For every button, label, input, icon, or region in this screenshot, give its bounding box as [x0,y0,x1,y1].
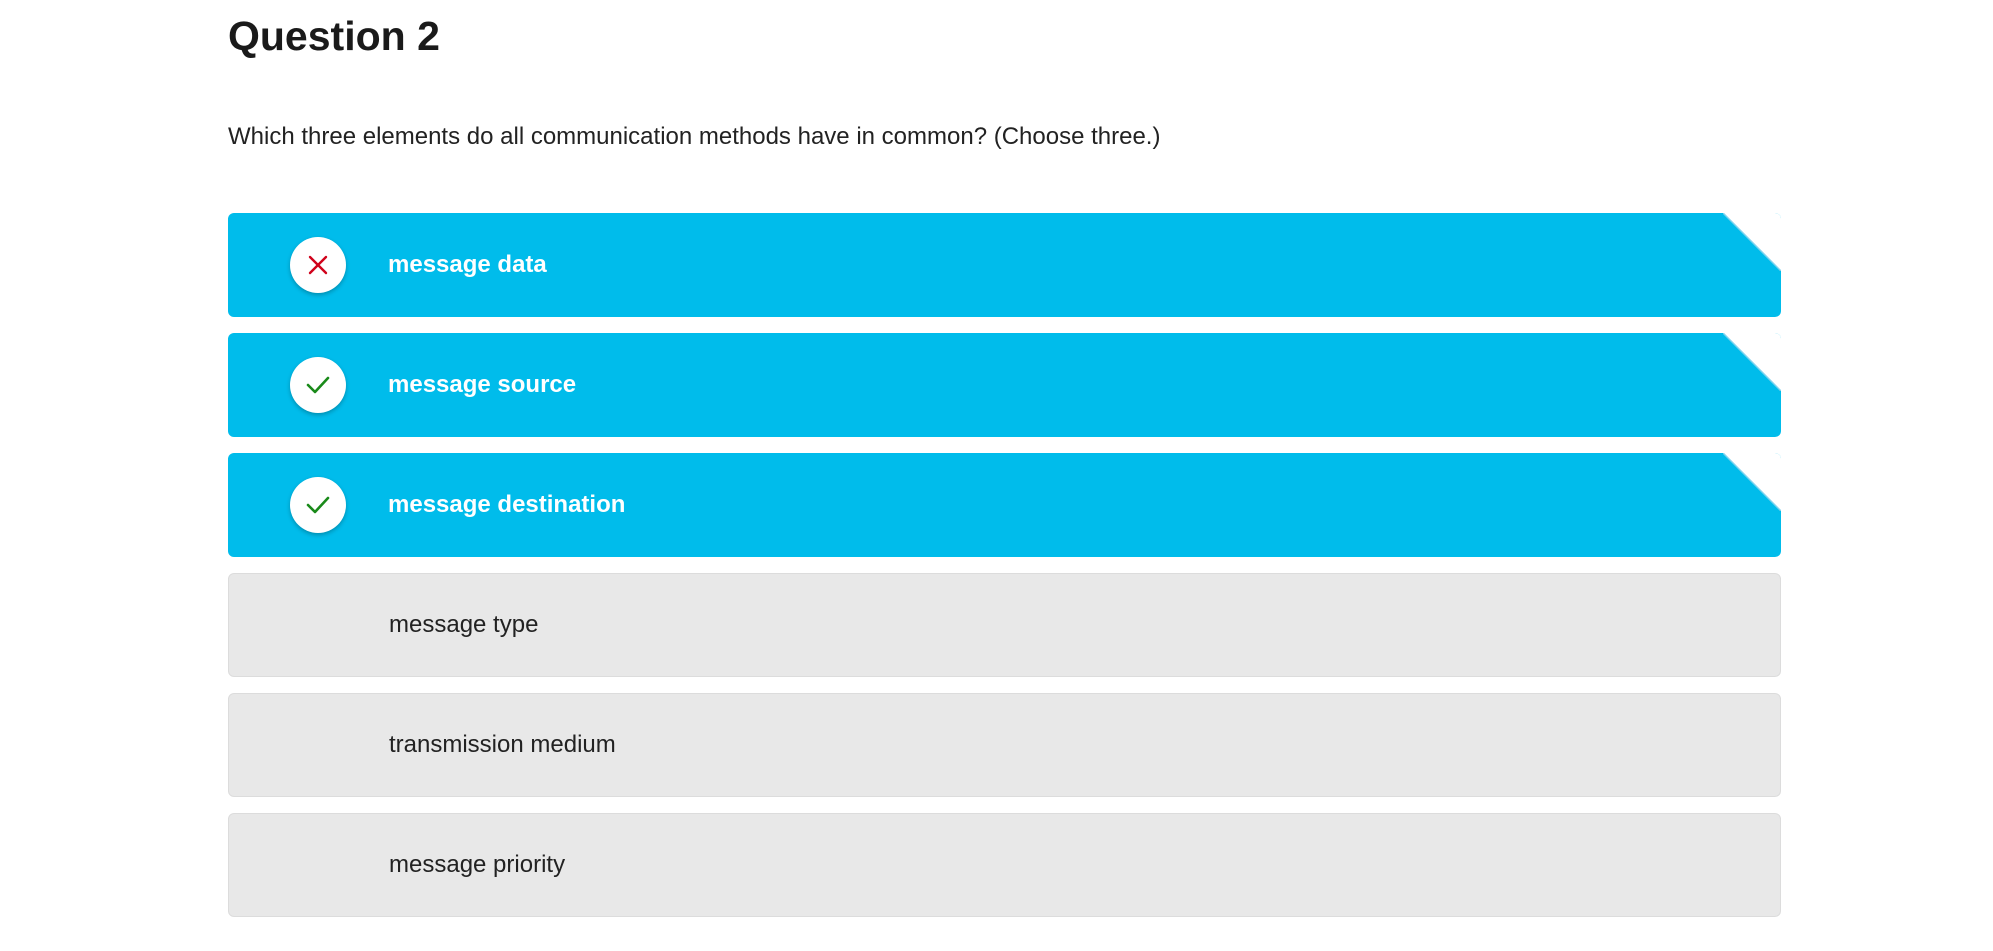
correct-marker [290,477,346,533]
question-prompt: Which three elements do all communicatio… [228,123,1161,150]
answer-option-message-destination[interactable]: message destination [228,453,1781,557]
answer-option-label: message source [388,371,577,398]
answer-option-label: message data [388,251,547,278]
answer-option-message-data[interactable]: message data [228,213,1781,317]
answer-option-label: message type [389,611,539,638]
incorrect-marker [290,237,346,293]
correct-marker [290,357,346,413]
answer-option-message-source[interactable]: message source [228,333,1781,437]
question-title: Question 2 [228,13,440,59]
answer-option-message-priority[interactable]: message priority [228,813,1781,917]
answer-options-list: message data message source message dest… [228,213,1781,933]
selected-corner-fold-icon [1723,213,1781,271]
question-container: Question 2 Which three elements do all c… [228,0,1781,917]
selected-corner-fold-icon [1723,333,1781,391]
answer-option-label: transmission medium [389,731,616,758]
answer-option-label: message destination [388,491,626,518]
check-icon [306,496,330,514]
answer-option-message-type[interactable]: message type [228,573,1781,677]
answer-option-transmission-medium[interactable]: transmission medium [228,693,1781,797]
answer-option-label: message priority [389,851,566,878]
check-icon [306,376,330,394]
selected-corner-fold-icon [1723,453,1781,511]
x-icon [308,255,328,275]
